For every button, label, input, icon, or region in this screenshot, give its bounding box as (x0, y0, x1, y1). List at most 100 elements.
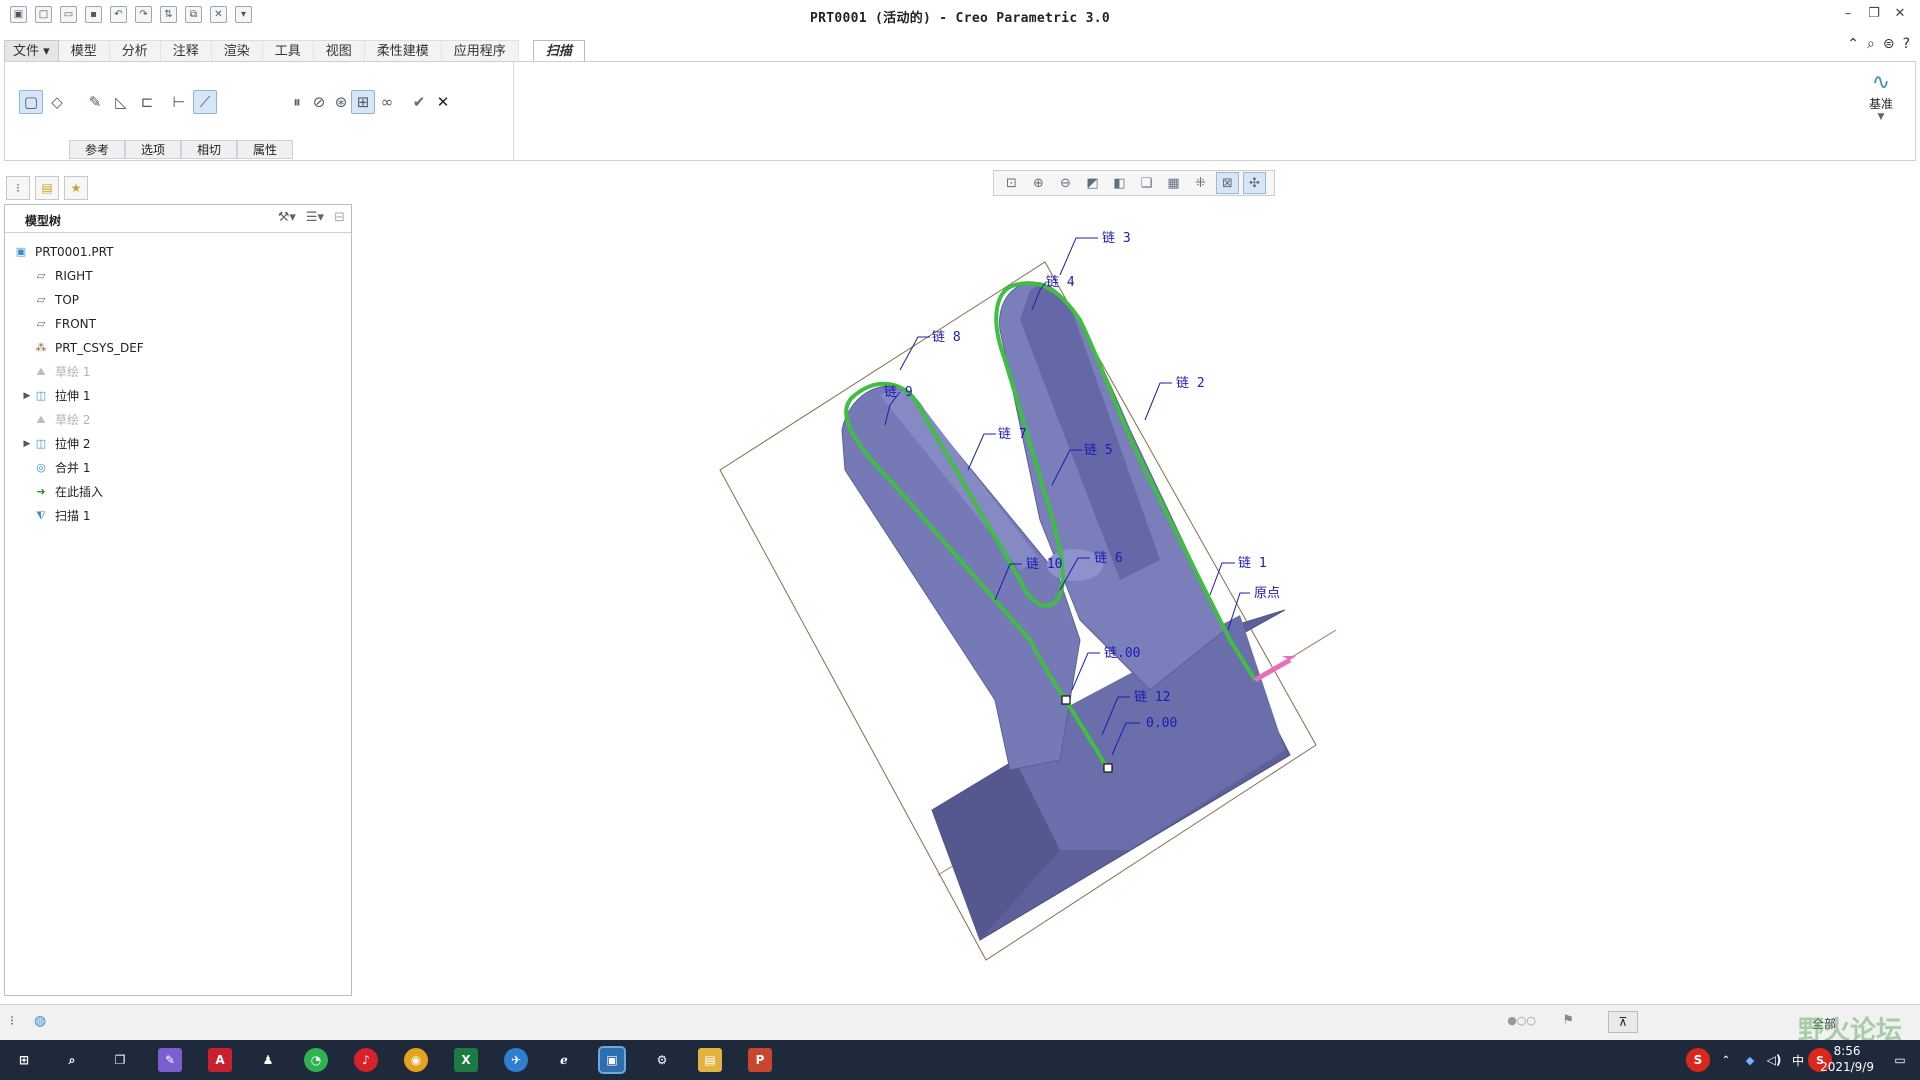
annotation-dimension-b[interactable]: 0.00 (1146, 716, 1177, 731)
network-tray-icon[interactable]: ◆ (1738, 1048, 1762, 1072)
annotation-origin[interactable]: 原点 (1254, 586, 1280, 601)
volume-icon[interactable]: ◁) (1762, 1048, 1786, 1072)
trajectory-start-handle[interactable] (1103, 763, 1113, 773)
ie-browser-icon[interactable]: ℯ (552, 1048, 576, 1072)
tree-item-insert-here[interactable]: ➜ 在此插入 (33, 481, 103, 503)
tree-item-front[interactable]: ▱ FRONT (33, 313, 96, 335)
tab-analysis[interactable]: 分析 (109, 40, 161, 62)
folder-browser-tab-icon[interactable]: ▤ (35, 176, 59, 200)
system-clock[interactable]: 8:56 2021/9/9 (1820, 1043, 1874, 1075)
tray-overflow-icon[interactable]: ⌃ (1714, 1048, 1738, 1072)
datum-display-icon[interactable]: ⁜ (1189, 172, 1212, 194)
media-player-icon[interactable]: ♪ (354, 1048, 378, 1072)
file-explorer-icon[interactable]: ▤ (698, 1048, 722, 1072)
annotation-chain-6[interactable]: 链 6 (1094, 551, 1123, 566)
refit-icon[interactable]: ⊡ (1000, 172, 1023, 194)
tab-applications[interactable]: 应用程序 (441, 40, 519, 62)
tree-columns-icon[interactable]: ☰▾ (306, 210, 324, 225)
tab-file[interactable]: 文件 ▾ (4, 40, 59, 62)
creo-launcher-icon[interactable]: ⚙ (650, 1048, 674, 1072)
creo-taskbar-icon[interactable]: ▣ (598, 1046, 626, 1074)
windows-start-icon[interactable]: ⊞ (12, 1048, 36, 1072)
search-icon[interactable]: ⌕ (1867, 36, 1875, 52)
saved-orientations-icon[interactable]: ❏ (1135, 172, 1158, 194)
zoom-in-icon[interactable]: ⊕ (1027, 172, 1050, 194)
annotation-chain-12[interactable]: 链 12 (1134, 690, 1170, 705)
tab-flexible-modeling[interactable]: 柔性建模 (364, 40, 442, 62)
ime-indicator[interactable]: 中 (1786, 1048, 1810, 1072)
status-tree-icon[interactable]: ⁝ (10, 1014, 14, 1029)
tab-sweep[interactable]: 扫描 (532, 40, 585, 62)
minimize-icon[interactable]: – (1838, 6, 1858, 21)
tree-item-csys[interactable]: ⁂ PRT_CSYS_DEF (33, 337, 144, 359)
constant-section-icon[interactable]: ⊢ (167, 90, 191, 114)
task-view-icon[interactable]: ❐ (108, 1048, 132, 1072)
subtab-tangency[interactable]: 相切 (181, 140, 237, 159)
spin-center-icon[interactable]: ✣ (1243, 172, 1266, 194)
display-style-icon[interactable]: ◧ (1108, 172, 1131, 194)
annotation-dimension-a[interactable]: 链.00 (1104, 646, 1140, 661)
status-selection-filter-icon[interactable]: ⊼ (1608, 1011, 1638, 1033)
status-flag-icon[interactable]: ⚑ (1562, 1013, 1574, 1028)
ok-checkmark-icon[interactable]: ✔ (407, 90, 431, 114)
pdf-reader-icon[interactable]: A (208, 1048, 232, 1072)
feather-app-icon[interactable]: ✈ (504, 1048, 528, 1072)
cancel-x-icon[interactable]: ✕ (431, 90, 455, 114)
annotation-chain-9[interactable]: 链 9 (884, 385, 913, 400)
glasses-preview-icon[interactable]: ∞ (375, 90, 399, 114)
tree-item-part[interactable]: ▣ PRT0001.PRT (13, 241, 114, 263)
favorites-tab-icon[interactable]: ★ (64, 176, 88, 200)
subtab-references[interactable]: 参考 (69, 140, 125, 159)
subtab-properties[interactable]: 属性 (237, 140, 293, 159)
annotation-chain-5[interactable]: 链 5 (1084, 443, 1113, 458)
surface-sweep-icon[interactable]: ◇ (45, 90, 69, 114)
tree-filter-icon[interactable]: ⊟ (334, 210, 345, 225)
status-globe-icon[interactable]: ◍ (34, 1013, 46, 1029)
zoom-out-icon[interactable]: ⊖ (1054, 172, 1077, 194)
annotation-chain-4[interactable]: 链 4 (1046, 275, 1075, 290)
annotation-chain-3[interactable]: 链 3 (1102, 231, 1131, 246)
help-icon[interactable]: ? (1903, 36, 1910, 52)
restore-icon[interactable]: ❐ (1864, 6, 1884, 21)
annotation-display-icon[interactable]: ⊠ (1216, 172, 1239, 194)
collapse-ribbon-icon[interactable]: ⌃ (1847, 36, 1859, 52)
tree-settings-icon[interactable]: ⚒▾ (278, 210, 296, 225)
solid-sweep-icon[interactable]: ▢ (19, 90, 43, 114)
thicken-icon[interactable]: ⊏ (135, 90, 159, 114)
powerpoint-icon[interactable]: P (748, 1048, 772, 1072)
preview-icon[interactable]: ⊛ (329, 90, 353, 114)
notification-center-icon[interactable]: ▭ (1888, 1048, 1912, 1072)
variable-section-icon[interactable]: ⟋ (193, 90, 217, 114)
tree-item-extrude-2[interactable]: ▶ ◫ 拉伸 2 (21, 433, 91, 455)
chrome-icon[interactable]: ◉ (404, 1048, 428, 1072)
tree-item-merge-1[interactable]: ◎ 合并 1 (33, 457, 90, 479)
annotation-chain-8[interactable]: 链 8 (932, 330, 961, 345)
datum-group[interactable]: ∿ 基准 ▼ (1861, 70, 1901, 122)
expand-arrow-icon[interactable]: ▶ (21, 385, 33, 407)
subtab-options[interactable]: 选项 (125, 140, 181, 159)
tree-item-extrude-1[interactable]: ▶ ◫ 拉伸 1 (21, 385, 91, 407)
notes-app-icon[interactable]: ✎ (158, 1048, 182, 1072)
tree-item-sweep-1[interactable]: ⧨ 扫描 1 (33, 505, 90, 527)
repaint-icon[interactable]: ◩ (1081, 172, 1104, 194)
wechat-icon[interactable]: ◔ (304, 1048, 328, 1072)
tab-annotate[interactable]: 注释 (160, 40, 212, 62)
start-direction-arrow[interactable] (1253, 657, 1292, 683)
tree-item-sketch-1[interactable]: ⛰ 草绘 1 (33, 361, 90, 383)
sketch-section-icon[interactable]: ✎ (83, 90, 107, 114)
excel-icon[interactable]: X (454, 1048, 478, 1072)
tab-view[interactable]: 视图 (313, 40, 365, 62)
tab-render[interactable]: 渲染 (211, 40, 263, 62)
verify-icon[interactable]: ⊞ (351, 90, 375, 114)
sogou-input-icon[interactable]: S (1686, 1048, 1710, 1072)
annotation-chain-2[interactable]: 链 2 (1176, 376, 1205, 391)
tab-model[interactable]: 模型 (58, 40, 110, 62)
no-preview-icon[interactable]: ⊘ (307, 90, 331, 114)
annotation-chain-7[interactable]: 链 7 (998, 427, 1027, 442)
tree-item-right[interactable]: ▱ RIGHT (33, 265, 93, 287)
community-icon[interactable]: ⊜ (1883, 36, 1895, 52)
tree-item-sketch-2[interactable]: ⛰ 草绘 2 (33, 409, 90, 431)
search-icon[interactable]: ⌕ (60, 1048, 84, 1072)
expand-arrow-icon[interactable]: ▶ (21, 433, 33, 455)
tab-tools[interactable]: 工具 (262, 40, 314, 62)
